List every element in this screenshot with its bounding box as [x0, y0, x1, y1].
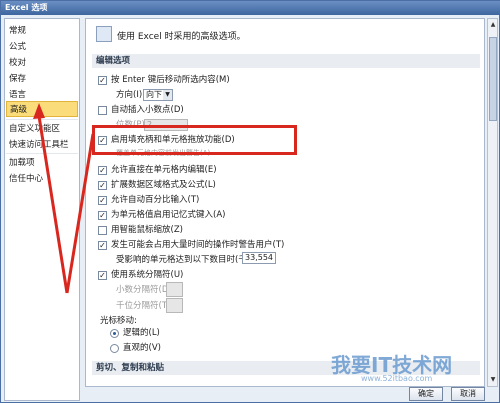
watermark-url: www.52itbao.com — [361, 374, 433, 383]
annotation-arrow — [33, 103, 95, 294]
cancel-button[interactable]: 取消 — [451, 387, 485, 401]
ok-button[interactable]: 确定 — [409, 387, 443, 401]
excel-options-dialog: Excel 选项 常规 公式 校对 保存 语言 高级 自定义功能区 快速访问工具… — [0, 0, 500, 403]
